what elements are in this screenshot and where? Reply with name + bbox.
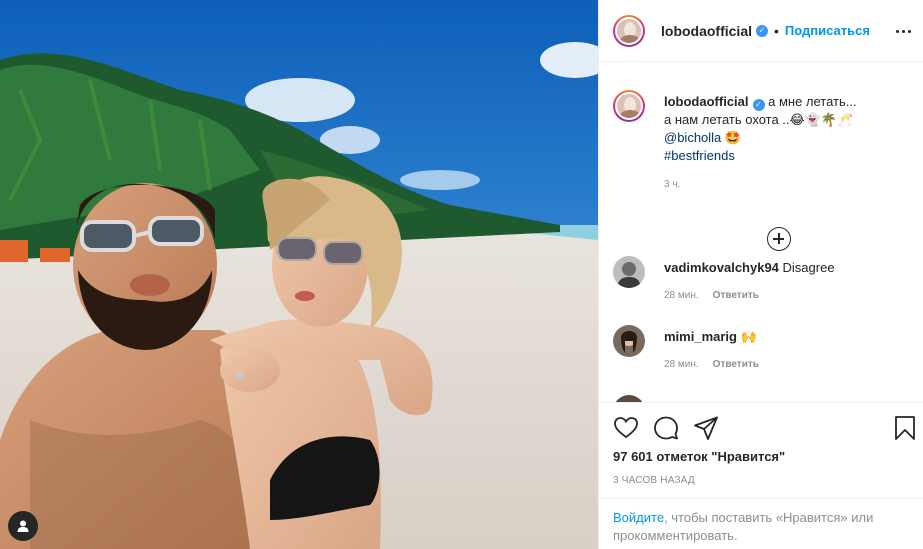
caption-mention-emoji: 🤩 (724, 130, 742, 145)
comment-icon[interactable] (653, 415, 679, 441)
add-circle-icon[interactable] (767, 227, 791, 251)
caption-line-1: а мне летать... (768, 94, 857, 109)
user-tag-icon[interactable] (8, 511, 38, 541)
caption-timestamp[interactable]: 3 ч. (664, 179, 680, 190)
login-link[interactable]: Войдите (613, 510, 664, 525)
caption-avatar[interactable] (613, 90, 645, 122)
comment-text: mimi_marig 🙌 (664, 329, 757, 345)
author-username[interactable]: lobodaofficial (661, 23, 752, 39)
verified-badge-icon: ✓ (756, 24, 768, 37)
author-avatar[interactable] (613, 14, 645, 47)
caption-hashtag[interactable]: #bestfriends (664, 148, 735, 163)
paper-plane-icon[interactable] (693, 415, 719, 441)
comment-text: vadimkovalchyk94 Disagree (664, 260, 835, 275)
verified-badge-icon: ✓ (752, 99, 765, 111)
post-header: lobodaofficial ✓ • Подписаться (599, 0, 923, 62)
comment-avatar[interactable] (613, 325, 645, 357)
comment-avatar[interactable] (613, 395, 645, 402)
comment-body: Disagree (782, 260, 835, 275)
follow-button[interactable]: Подписаться (785, 23, 870, 38)
post-time-ago[interactable]: 3 часов назад (613, 475, 695, 486)
comment-username[interactable]: vadimkovalchyk94 (664, 260, 779, 275)
comment-meta: 28 мин. Ответить (664, 290, 759, 301)
comment-meta: 28 мин. Ответить (664, 359, 759, 370)
heart-icon[interactable] (613, 415, 639, 441)
caption-username[interactable]: lobodaofficial (664, 94, 749, 109)
comment-avatar[interactable] (613, 256, 645, 288)
reply-button[interactable]: Ответить (713, 359, 759, 370)
caption-line-2: а нам летать охота ..😂👻🌴🥂 (664, 112, 854, 127)
post-side-panel: lobodaofficial ✓ • Подписаться lobodaoff… (598, 0, 923, 549)
comment-time[interactable]: 28 мин. (664, 290, 699, 301)
beach-selfie-image (0, 0, 598, 549)
separator-dot: • (774, 22, 779, 39)
caption-text: lobodaofficial ✓ а мне летать... а нам ле… (664, 93, 914, 165)
caption-mention[interactable]: @bicholla (664, 130, 721, 145)
post-photo[interactable] (0, 0, 598, 549)
post-actions: 97 601 отметок "Нравится" 3 часов назад … (599, 402, 923, 549)
action-icons (613, 415, 719, 441)
comment-time[interactable]: 28 мин. (664, 359, 699, 370)
more-options-icon[interactable] (896, 22, 914, 40)
comments-list[interactable]: lobodaofficial ✓ а мне летать... а нам ле… (599, 63, 923, 402)
comment-body: 🙌 (740, 329, 757, 344)
login-prompt: Войдите, чтобы поставить «Нравится» или … (599, 498, 923, 549)
reply-button[interactable]: Ответить (713, 290, 759, 301)
comment-username[interactable]: mimi_marig (664, 329, 737, 344)
likes-count[interactable]: 97 601 отметок "Нравится" (613, 449, 785, 464)
bookmark-icon[interactable] (894, 415, 916, 441)
